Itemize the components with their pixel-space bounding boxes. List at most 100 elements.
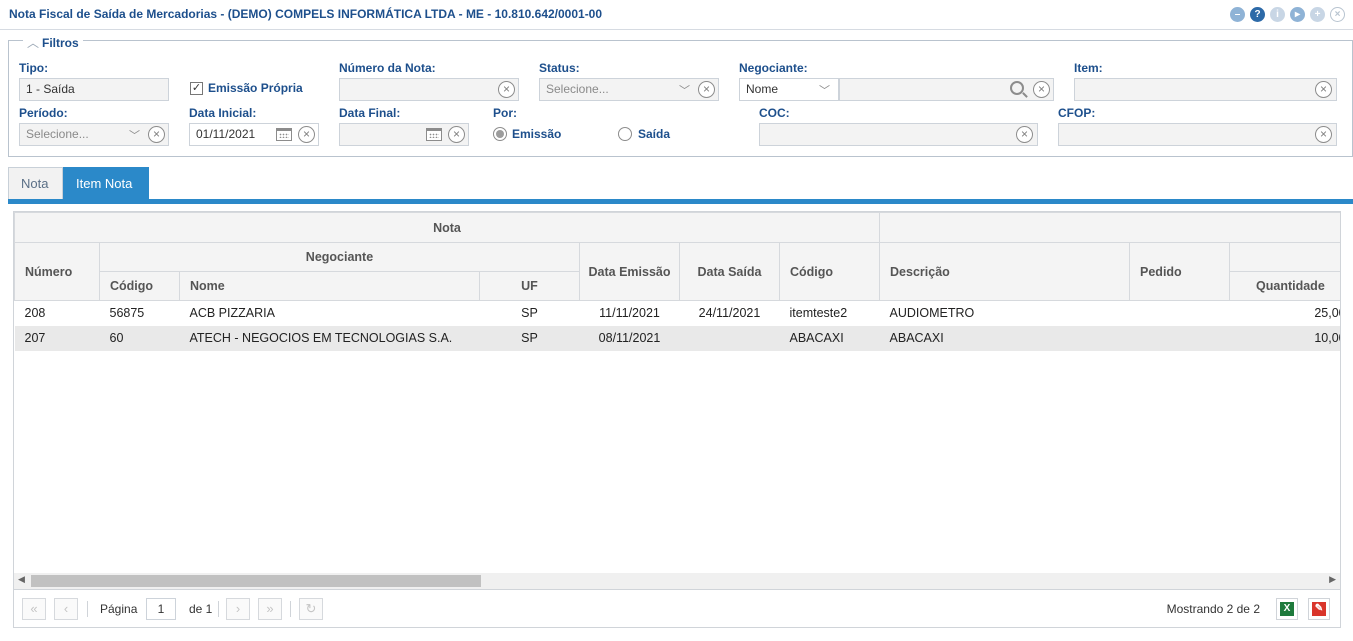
page-label: Página — [100, 602, 138, 616]
maximize-icon[interactable]: + — [1310, 7, 1325, 22]
filters-legend-label: Filtros — [42, 36, 79, 50]
col-header-quantidade[interactable]: Quantidade — [1229, 271, 1340, 301]
table-row[interactable]: 208 56875 ACB PIZZARIA SP 11/11/2021 24/… — [15, 301, 1341, 326]
clear-icon[interactable]: × — [1016, 126, 1033, 143]
window-titlebar: Nota Fiscal de Saída de Mercadorias - (D… — [0, 0, 1353, 30]
chevron-up-icon: ︿ — [27, 36, 40, 50]
col-header-codigo[interactable]: Código — [778, 242, 881, 301]
play-icon[interactable]: ▸ — [1290, 7, 1305, 22]
cell-numero: 207 — [14, 325, 100, 351]
clear-icon[interactable]: × — [1315, 126, 1332, 143]
clear-icon[interactable]: × — [1033, 81, 1050, 98]
col-header-uf[interactable]: UF — [479, 271, 580, 301]
cell-data-saida: 24/11/2021 — [698, 306, 761, 321]
por-label: Por: — [493, 106, 517, 120]
quantidade-value: 25,0000 — [1314, 306, 1340, 321]
clear-icon[interactable]: × — [298, 126, 315, 143]
cell-codigo-negociante: 60 — [99, 325, 180, 351]
filters-panel: ︿ Filtros Tipo: 1 - Saída ✓ Emissão Própr… — [8, 34, 1353, 157]
col-header-data-saida[interactable]: Data Saída — [679, 242, 780, 301]
item-nota-grid: Nota Número Negociante Data Emissão Data… — [13, 211, 1341, 590]
window-title: Nota Fiscal de Saída de Mercadorias - (D… — [9, 7, 603, 21]
page-number-input[interactable]: 1 — [146, 598, 176, 620]
pager-separator — [290, 601, 291, 617]
tab-item-nota[interactable]: Item Nota — [63, 167, 149, 199]
filters-legend[interactable]: ︿ Filtros — [23, 34, 83, 51]
cell-uf: SP — [521, 306, 538, 321]
chevron-down-icon[interactable]: ﹀ — [679, 82, 690, 98]
col-header-numero[interactable]: Número — [14, 242, 100, 301]
por-saida-label: Saída — [638, 127, 671, 141]
cell-quantidade: 10,0000 — [1229, 325, 1340, 351]
pager-separator — [218, 601, 219, 617]
clear-icon[interactable]: × — [148, 126, 165, 143]
minimize-icon[interactable]: – — [1230, 7, 1245, 22]
close-icon[interactable]: × — [1330, 7, 1345, 22]
refresh-icon[interactable]: ↻ — [299, 598, 323, 620]
scrollbar-thumb[interactable] — [31, 575, 481, 587]
clear-icon[interactable]: × — [498, 81, 515, 98]
scroll-right-icon[interactable]: ▶ — [1329, 574, 1336, 585]
calendar-icon[interactable] — [426, 128, 442, 141]
group-header-negociante: Negociante — [99, 242, 580, 272]
group-header-interno: Intern — [1229, 242, 1340, 272]
help-icon[interactable]: ? — [1250, 7, 1265, 22]
horizontal-scrollbar[interactable]: ◀ ▶ — [14, 573, 1340, 589]
cell-descricao: AUDIOMETRO — [889, 306, 975, 321]
cell-pedido — [1130, 301, 1230, 326]
grid-table: Nota Número Negociante Data Emissão Data… — [14, 212, 1341, 351]
info-icon[interactable]: i — [1270, 7, 1285, 22]
cell-codigo-negociante: 56875 — [109, 306, 145, 321]
status-label: Status: — [539, 61, 580, 75]
calendar-icon[interactable] — [276, 128, 292, 141]
chevron-down-icon[interactable]: ﹀ — [819, 82, 830, 98]
por-emissao-label: Emissão — [512, 127, 562, 141]
page-count-label: de 1 — [189, 602, 213, 616]
tipo-label: Tipo: — [19, 61, 49, 75]
col-header-codigo-negociante[interactable]: Código — [99, 271, 180, 301]
coc-label: COC: — [759, 106, 790, 120]
clear-icon[interactable]: × — [448, 126, 465, 143]
previous-page-icon[interactable]: ‹ — [54, 598, 78, 620]
tipo-field[interactable]: 1 - Saída — [19, 78, 169, 101]
pagination-bar: « ‹ Página 1 de 1 › » ↻ Mostrando 2 de 2… — [13, 590, 1341, 628]
data-inicial-label: Data Inicial: — [189, 106, 257, 120]
pdf-icon: ✎ — [1312, 602, 1326, 616]
item-input[interactable] — [1074, 78, 1337, 101]
col-header-nome[interactable]: Nome — [179, 271, 480, 301]
data-final-label: Data Final: — [339, 106, 401, 120]
cell-data-saida — [679, 325, 780, 351]
col-header-data-emissao[interactable]: Data Emissão — [579, 242, 680, 301]
clear-icon[interactable]: × — [1315, 81, 1332, 98]
clear-icon[interactable]: × — [698, 81, 715, 98]
periodo-label: Período: — [19, 106, 68, 120]
next-page-icon[interactable]: › — [226, 598, 250, 620]
numero-nota-input[interactable] — [339, 78, 519, 101]
col-header-pedido[interactable]: Pedido — [1129, 242, 1231, 301]
por-emissao-radio[interactable] — [493, 127, 507, 141]
cfop-label: CFOP: — [1058, 106, 1096, 120]
last-page-icon[interactable]: » — [258, 598, 282, 620]
group-header-empty — [879, 212, 1340, 243]
tab-underline — [8, 199, 1353, 204]
cell-data-emissao: 11/11/2021 — [599, 306, 660, 321]
tab-nota[interactable]: Nota — [8, 167, 63, 199]
first-page-icon[interactable]: « — [22, 598, 46, 620]
export-pdf-button[interactable]: ✎ — [1308, 598, 1330, 620]
scroll-left-icon[interactable]: ◀ — [18, 574, 25, 585]
periodo-select[interactable]: Selecione... — [19, 123, 169, 146]
chevron-down-icon[interactable]: ﹀ — [129, 127, 140, 143]
records-count: Mostrando 2 de 2 — [1166, 602, 1260, 616]
por-saida-radio[interactable] — [618, 127, 632, 141]
emissao-propria-checkbox[interactable]: ✓ — [190, 82, 203, 95]
cell-numero: 208 — [24, 306, 46, 321]
cell-quantidade: 25,0000 — [1230, 301, 1340, 326]
coc-input[interactable] — [759, 123, 1038, 146]
cfop-input[interactable] — [1058, 123, 1337, 146]
table-row[interactable]: 207 60 ATECH - NEGOCIOS EM TECNOLOGIAS S… — [14, 325, 1340, 351]
pager-separator — [87, 601, 88, 617]
col-header-descricao[interactable]: Descrição — [879, 242, 1131, 301]
export-excel-button[interactable]: X — [1276, 598, 1298, 620]
status-select[interactable]: Selecione... — [539, 78, 719, 101]
cell-uf: SP — [479, 325, 580, 351]
